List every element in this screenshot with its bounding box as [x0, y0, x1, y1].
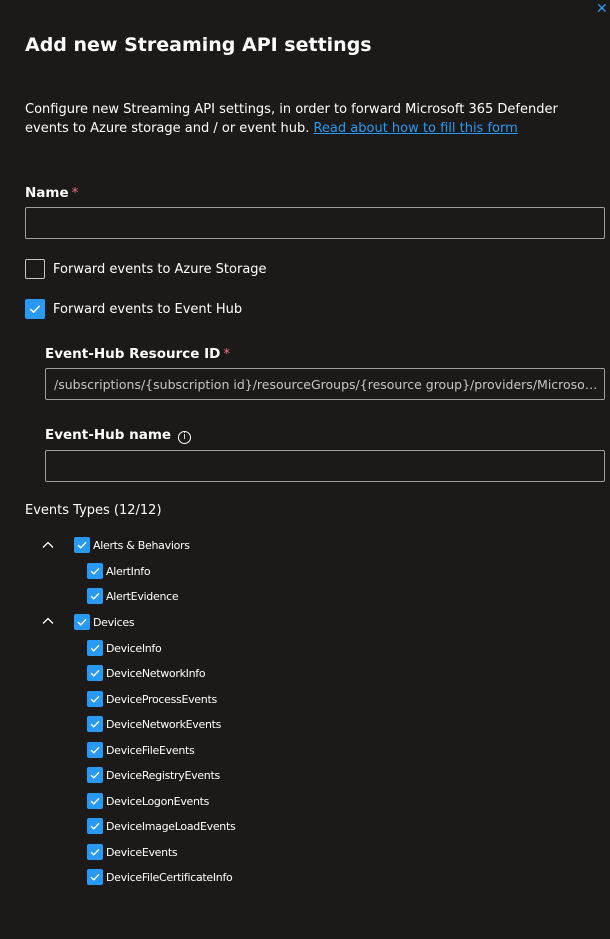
item-checkbox[interactable] [87, 665, 103, 681]
item-label: AlertInfo [106, 564, 151, 578]
eventhub-resource-id-input[interactable] [45, 368, 605, 400]
item-checkbox[interactable] [87, 793, 103, 809]
item-checkbox[interactable] [87, 588, 103, 604]
checkmark-icon [90, 644, 100, 652]
item-checkbox[interactable] [87, 640, 103, 656]
tree-item-devicefilecertificateinfo[interactable]: DeviceFileCertificateInfo [87, 868, 233, 886]
checkmark-icon [90, 797, 100, 805]
forward-storage-label: Forward events to Azure Storage [53, 261, 267, 277]
checkmark-icon [77, 618, 87, 626]
tree-item-devicenetworkevents[interactable]: DeviceNetworkEvents [87, 715, 221, 733]
info-icon[interactable]: i [178, 431, 192, 444]
tree-item-deviceevents[interactable]: DeviceEvents [87, 843, 178, 861]
item-checkbox[interactable] [87, 844, 103, 860]
checkmark-icon [90, 720, 100, 728]
tree-item-deviceregistryevents[interactable]: DeviceRegistryEvents [87, 766, 220, 784]
item-label: AlertEvidence [106, 589, 179, 603]
forward-storage-checkbox[interactable] [25, 259, 45, 279]
checkmark-icon [90, 695, 100, 703]
group-checkbox[interactable] [74, 614, 90, 630]
item-label: DeviceImageLoadEvents [106, 819, 236, 833]
group-label: Devices [93, 615, 135, 629]
name-label: Name * [25, 185, 78, 201]
checkmark-icon [90, 669, 100, 677]
tree-item-alertinfo[interactable]: AlertInfo [87, 562, 151, 580]
chevron-up-icon[interactable] [41, 538, 55, 552]
close-icon[interactable]: ✕ [596, 0, 610, 18]
tree-item-deviceimageloadevents[interactable]: DeviceImageLoadEvents [87, 817, 236, 835]
item-checkbox[interactable] [87, 716, 103, 732]
help-link[interactable]: Read about how to fill this form [313, 121, 517, 136]
item-label: DeviceNetworkInfo [106, 666, 206, 680]
panel-title: Add new Streaming API settings [25, 34, 372, 56]
eventhub-resource-id-label-text: Event-Hub Resource ID [45, 346, 221, 362]
panel-description: Configure new Streaming API settings, in… [25, 100, 600, 138]
forward-eventhub-checkbox-row[interactable]: Forward events to Event Hub [25, 299, 242, 319]
item-checkbox[interactable] [87, 767, 103, 783]
item-checkbox[interactable] [87, 563, 103, 579]
chevron-up-icon[interactable] [41, 614, 55, 628]
tree-group-devices[interactable]: Devices [74, 613, 135, 631]
checkmark-icon [90, 592, 100, 600]
item-checkbox[interactable] [87, 818, 103, 834]
eventhub-name-label-text: Event-Hub name [45, 427, 172, 443]
item-label: DeviceNetworkEvents [106, 717, 222, 731]
eventhub-resource-id-label: Event-Hub Resource ID * [45, 346, 230, 362]
checkmark-icon [90, 746, 100, 754]
checkmark-icon [77, 541, 87, 549]
required-marker: * [71, 185, 79, 201]
events-types-header: Events Types (12/12) [25, 503, 162, 518]
item-label: DeviceEvents [106, 845, 178, 859]
item-label: DeviceFileEvents [106, 743, 195, 757]
forward-eventhub-checkbox[interactable] [25, 299, 45, 319]
eventhub-name-input[interactable] [45, 450, 605, 482]
checkmark-icon [90, 848, 100, 856]
item-label: DeviceRegistryEvents [106, 768, 220, 782]
item-checkbox[interactable] [87, 742, 103, 758]
forward-eventhub-label: Forward events to Event Hub [53, 301, 243, 317]
tree-item-devicenetworkinfo[interactable]: DeviceNetworkInfo [87, 664, 206, 682]
forward-storage-checkbox-row[interactable]: Forward events to Azure Storage [25, 259, 267, 279]
tree-item-devicelogonevents[interactable]: DeviceLogonEvents [87, 792, 209, 810]
tree-item-deviceprocessevents[interactable]: DeviceProcessEvents [87, 690, 217, 708]
eventhub-name-label: Event-Hub name i [45, 427, 192, 444]
item-label: DeviceProcessEvents [106, 692, 217, 706]
item-label: DeviceLogonEvents [106, 794, 210, 808]
checkmark-icon [90, 567, 100, 575]
name-input[interactable] [25, 207, 605, 239]
group-label: Alerts & Behaviors [93, 538, 190, 552]
checkmark-icon [90, 771, 100, 779]
checkmark-icon [29, 305, 41, 314]
tree-group-alerts-behaviors[interactable]: Alerts & Behaviors [74, 536, 190, 554]
item-checkbox[interactable] [87, 869, 103, 885]
item-label: DeviceFileCertificateInfo [106, 870, 233, 884]
checkmark-icon [90, 822, 100, 830]
tree-item-deviceinfo[interactable]: DeviceInfo [87, 639, 162, 657]
item-label: DeviceInfo [106, 641, 162, 655]
tree-item-alertevidence[interactable]: AlertEvidence [87, 587, 179, 605]
name-label-text: Name [25, 185, 69, 201]
group-checkbox[interactable] [74, 537, 90, 553]
tree-item-devicefileevents[interactable]: DeviceFileEvents [87, 741, 195, 759]
checkmark-icon [90, 873, 100, 881]
item-checkbox[interactable] [87, 691, 103, 707]
required-marker: * [223, 346, 231, 362]
streaming-api-settings-panel: ✕ Add new Streaming API settings Configu… [0, 0, 610, 939]
